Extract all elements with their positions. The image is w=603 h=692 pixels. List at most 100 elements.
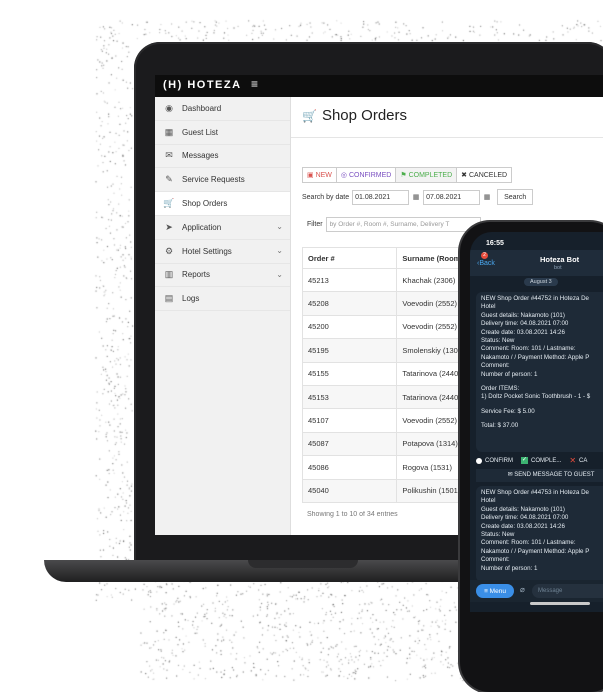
bot-name: Hoteza Bot (540, 255, 580, 264)
message-line: Order ITEMS: (481, 385, 520, 393)
dashboard-icon: ◉ (165, 102, 173, 113)
page-title: 🛒 Shop Orders (302, 107, 407, 124)
date-chip: August 3 (524, 278, 558, 286)
home-indicator[interactable] (530, 602, 590, 605)
hamburger-icon[interactable]: ≡ (251, 77, 258, 91)
gears-icon: ⚙ (164, 245, 174, 256)
message-line: Number of person: 1 (481, 564, 538, 572)
circle-icon: ◎ (340, 172, 349, 179)
message-line: Create date: 03.08.2021 14:26 (481, 328, 565, 336)
attachment-icon[interactable]: ⌀ (520, 585, 525, 594)
confirm-button[interactable]: CONFIRM (476, 454, 513, 467)
chat-input-bar: ≡ Menu ⌀ Message (470, 580, 603, 602)
filter-input[interactable]: by Order #, Room #, Surname, Delivery T (325, 217, 481, 232)
order-number-cell: 45155 (301, 361, 398, 386)
sidebar-item-application[interactable]: ➤ Application ⌄ (155, 216, 290, 240)
sidebar-item-label: Logs (182, 294, 200, 304)
date-to-input[interactable]: 07.08.2021 (423, 189, 481, 205)
chevron-down-icon[interactable]: ⌄ (276, 270, 283, 279)
confirm-label: CONFIRM (485, 457, 513, 464)
message-line: Comment: (481, 556, 510, 564)
chevron-down-icon[interactable]: ⌄ (276, 222, 283, 231)
filter-confirmed-button[interactable]: ◎ CONFIRMED (335, 167, 397, 183)
calendar-icon[interactable]: ▦ (411, 191, 421, 204)
cancel-button[interactable]: ✕ CA (569, 454, 587, 467)
message-line: Comment: (481, 362, 510, 370)
bot-subtitle: bot (554, 265, 562, 271)
sidebar-item-label: Application (182, 222, 222, 232)
title-divider (291, 137, 603, 138)
sidebar-item-reports[interactable]: ▥ Reports ⌄ (155, 264, 290, 288)
top-bar: (H) HOTEZA ≡ (155, 75, 603, 97)
complete-button[interactable]: ✓ COMPLE... (521, 454, 561, 467)
sidebar-item-shop-orders[interactable]: 🛒 Shop Orders (155, 192, 290, 216)
flag-icon: ⚑ (400, 172, 409, 179)
filter-new-button[interactable]: ▣ NEW (302, 167, 337, 183)
sidebar-item-label: Messages (182, 151, 219, 161)
sidebar-item-label: Dashboard (182, 103, 222, 113)
circle-icon (476, 457, 482, 464)
filter-confirmed-label: CONFIRMED (348, 171, 392, 179)
filter-completed-label: COMPLETED (408, 171, 453, 179)
message-actions: CONFIRM ✓ COMPLE... ✕ CA (476, 454, 603, 467)
date-from-input[interactable]: 01.08.2021 (352, 189, 410, 205)
message-input[interactable]: Message (532, 584, 603, 598)
hoteza-logo[interactable]: (H) HOTEZA (163, 79, 242, 91)
sidebar-item-service-requests[interactable]: ✎ Service Requests (155, 168, 290, 193)
sidebar: ◉ Dashboard ▦ Guest List ✉ Messages ✎ Service R… (155, 97, 291, 535)
message-line: Create date: 03.08.2021 14:26 (481, 522, 565, 530)
sidebar-item-messages[interactable]: ✉ Messages (155, 145, 290, 169)
menu-button[interactable]: ≡ Menu (476, 584, 514, 598)
sidebar-item-logs[interactable]: ▤ Logs (155, 287, 290, 312)
back-button[interactable]: ‹Back (477, 260, 495, 267)
send-message-button[interactable]: ✉ SEND MESSAGE TO GUEST (476, 469, 603, 482)
order-number-cell: 45086 (301, 455, 398, 480)
sidebar-item-label: Hotel Settings (182, 246, 232, 256)
filter-new-label: NEW (315, 171, 332, 179)
order-number-cell: 45213 (301, 267, 398, 293)
page-title-text: Shop Orders (321, 107, 407, 124)
message-line: Hotel (481, 303, 496, 311)
search-button[interactable]: Search (497, 189, 534, 205)
order-number-cell: 45153 (301, 384, 398, 410)
order-number-cell: 45040 (301, 478, 398, 503)
sidebar-item-dashboard[interactable]: ◉ Dashboard (155, 97, 290, 121)
message-line: Comment: Room: 101 / Lastname: (481, 345, 576, 353)
filter-completed-button[interactable]: ⚑ COMPLETED (395, 167, 458, 183)
pagination-info: Showing 1 to 10 of 34 entries (307, 511, 398, 518)
message-line: Nakamoto / / Payment Method: Apple P (481, 547, 590, 555)
order-number-cell: 45107 (301, 408, 398, 433)
sidebar-item-guest-list[interactable]: ▦ Guest List (155, 121, 290, 145)
order-number-cell: 45195 (301, 338, 398, 363)
sidebar-item-hotel-settings[interactable]: ⚙ Hotel Settings ⌄ (155, 240, 290, 264)
list-icon: ▤ (164, 293, 174, 304)
calendar-icon[interactable]: ▦ (482, 191, 492, 204)
sidebar-item-label: Shop Orders (182, 199, 228, 209)
message-line: Hotel (481, 497, 496, 505)
phone-screen: 16:55 2 ‹Back Hoteza Bot bot August 3 NE… (470, 232, 603, 612)
order-number-cell: 45208 (301, 291, 398, 316)
filter-row: Filter by Order #, Room #, Surname, Deli… (307, 217, 481, 232)
chevron-down-icon[interactable]: ⌄ (276, 246, 283, 255)
complete-label: COMPLE... (531, 457, 562, 464)
send-label: SEND MESSAGE TO GUEST (514, 472, 595, 478)
rocket-icon: ➤ (165, 221, 173, 232)
order-message: NEW Shop Order #44752 in Hoteza De Hotel… (476, 292, 603, 452)
cart-icon: 🛒 (302, 109, 317, 123)
chat-header: 2 ‹Back Hoteza Bot bot (470, 250, 603, 276)
unread-badge: 2 (481, 252, 488, 259)
message-line: Delivery time: 04.08.2021 07:00 (481, 514, 569, 522)
sidebar-item-label: Reports (182, 270, 211, 280)
filter-canceled-button[interactable]: ✖ CANCELED (456, 167, 513, 183)
cart-icon: 🛒 (163, 198, 175, 209)
message-line: Total: $ 37.00 (481, 422, 519, 430)
message-line: NEW Shop Order #44752 in Hoteza De (481, 295, 589, 302)
back-label: Back (479, 260, 495, 267)
date-search-row: Search by date 01.08.2021 ▦ 07.08.2021 ▦… (302, 189, 534, 205)
sidebar-item-label: Service Requests (182, 175, 245, 185)
message-line: 1) Doltz Pocket Sonic Toothbrush - 1 - $ (481, 393, 591, 401)
menu-label: Menu (489, 587, 506, 595)
status-filters: ▣ NEW ◎ CONFIRMED ⚑ COMPLETED ✖ CANCELED (302, 167, 513, 183)
message-line: Status: New (481, 337, 515, 345)
column-header-order[interactable]: Order # (301, 247, 398, 269)
